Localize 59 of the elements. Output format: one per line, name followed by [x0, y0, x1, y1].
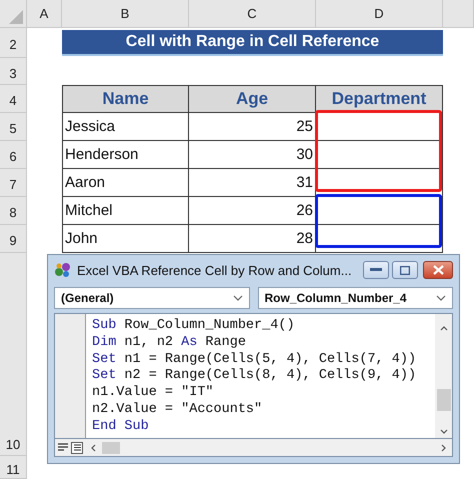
- full-module-view-icon[interactable]: [71, 442, 83, 454]
- table-header-cell: Age: [189, 85, 316, 113]
- column-header[interactable]: A: [27, 0, 62, 28]
- code-line: Dim n1, n2 As Range: [92, 334, 247, 352]
- object-dropdown[interactable]: (General): [54, 287, 250, 309]
- code-line: End Sub: [92, 418, 150, 436]
- vertical-scrollbar[interactable]: [435, 314, 452, 438]
- table-cell: John: [62, 225, 189, 253]
- scroll-down-icon: [440, 429, 448, 434]
- row-header[interactable]: 10: [0, 429, 27, 456]
- close-button[interactable]: [423, 261, 453, 279]
- minimize-button[interactable]: [363, 261, 389, 279]
- row-header[interactable]: 7: [0, 169, 27, 197]
- column-header[interactable]: B: [62, 0, 189, 28]
- table-cell: 31: [189, 169, 316, 197]
- column-header[interactable]: [443, 0, 474, 28]
- window-title: Excel VBA Reference Cell by Row and Colum...: [77, 262, 353, 278]
- row-header[interactable]: 6: [0, 141, 27, 169]
- table-cell: 30: [189, 141, 316, 169]
- row-header[interactable]: 5: [0, 113, 27, 141]
- procedure-dropdown[interactable]: Row_Column_Number_4: [258, 287, 453, 309]
- column-header[interactable]: C: [189, 0, 316, 28]
- title-banner: Cell with Range in Cell Reference: [62, 30, 443, 54]
- table-cell: Henderson: [62, 141, 189, 169]
- row-header[interactable]: 11: [0, 456, 27, 479]
- table-cell: 26: [189, 197, 316, 225]
- table-cell: 28: [189, 225, 316, 253]
- code-line: n1.Value = "IT": [92, 385, 215, 402]
- row-header[interactable]: 2: [0, 28, 27, 58]
- scroll-right-icon: [441, 444, 446, 452]
- restore-button[interactable]: [392, 261, 418, 279]
- restore-icon: [400, 266, 410, 274]
- code-line: Set n1 = Range(Cells(5, 4), Cells(7, 4)): [92, 352, 418, 368]
- procedure-view-icon[interactable]: [57, 442, 69, 453]
- table-cell: 25: [189, 113, 316, 141]
- table-cell: Jessica: [62, 113, 189, 141]
- chevron-down-icon: [232, 295, 242, 301]
- table-cell: Mitchel: [62, 197, 189, 225]
- minimize-icon: [370, 268, 382, 272]
- row-header[interactable]: 3: [0, 58, 27, 85]
- corner-triangle-icon: [9, 10, 23, 24]
- scroll-left-icon: [91, 444, 96, 452]
- scroll-thumb[interactable]: [102, 442, 120, 454]
- select-all-corner[interactable]: [0, 0, 27, 28]
- close-icon: [432, 265, 444, 275]
- table-header-cell: Name: [62, 85, 189, 113]
- table-cell: Aaron: [62, 169, 189, 197]
- scroll-up-icon: [440, 326, 448, 331]
- row-header[interactable]: 4: [0, 85, 27, 113]
- table-header-cell: Department: [316, 85, 443, 113]
- code-line: Sub Row_Column_Number_4(): [92, 318, 296, 335]
- row-header[interactable]: 8: [0, 197, 27, 225]
- code-line: Set n2 = Range(Cells(8, 4), Cells(9, 4)): [92, 368, 418, 385]
- column-header[interactable]: D: [316, 0, 443, 28]
- chevron-down-icon: [436, 295, 446, 301]
- row-header[interactable]: [0, 253, 27, 429]
- code-line: n2.Value = "Accounts": [92, 402, 264, 419]
- row-header[interactable]: 9: [0, 225, 27, 253]
- scroll-thumb[interactable]: [436, 389, 450, 411]
